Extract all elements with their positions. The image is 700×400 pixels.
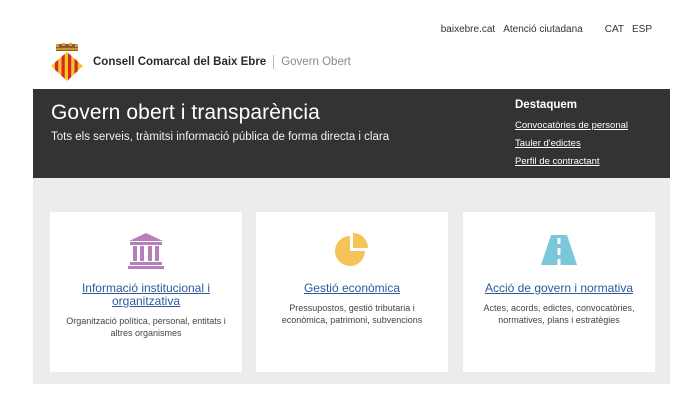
card-institutional-info[interactable]: Informació institucional i organitzativa… — [50, 212, 242, 372]
lang-cat-link[interactable]: CAT — [605, 24, 624, 35]
site-link[interactable]: baixebre.cat — [441, 24, 495, 35]
road-icon — [541, 235, 577, 265]
org-name: Consell Comarcal del Baix Ebre — [93, 56, 267, 68]
featured-link-edicts-board[interactable]: Tauler d'edictes — [515, 138, 628, 149]
pie-chart-icon — [335, 233, 368, 266]
citizen-service-link[interactable]: Atenció ciutadana — [503, 24, 583, 35]
featured-box: Destaquem Convocatòries de personal Taul… — [515, 99, 628, 174]
card-description: Actes, acords, edictes, convocatòries, n… — [483, 303, 635, 325]
card-government-action[interactable]: Acció de govern i normativa Actes, acord… — [463, 212, 655, 372]
featured-link-contractor-profile[interactable]: Perfil de contractant — [515, 156, 628, 167]
card-title[interactable]: Acció de govern i normativa — [484, 282, 634, 295]
card-description: Organització política, personal, entitat… — [66, 316, 226, 338]
lang-esp-link[interactable]: ESP — [632, 24, 652, 35]
institution-icon — [128, 233, 164, 269]
card-title[interactable]: Gestió econòmica — [277, 282, 427, 295]
card-description: Pressupostos, gestió tributaria i econòm… — [281, 303, 423, 325]
top-links: baixebre.cat Atenció ciutadana CAT ESP — [441, 24, 652, 35]
brand-divider — [273, 55, 275, 69]
cards-panel: Informació institucional i organitzativa… — [33, 178, 670, 384]
card-title[interactable]: Informació institucional i organitzativa — [71, 282, 221, 308]
featured-link-job-openings[interactable]: Convocatòries de personal — [515, 120, 628, 131]
page-title: Govern obert i transparència — [51, 101, 320, 124]
coat-of-arms-icon — [51, 43, 83, 81]
section-name: Govern Obert — [281, 56, 351, 68]
card-economic-management[interactable]: Gestió econòmica Pressupostos, gestió tr… — [256, 212, 448, 372]
hero-banner: Govern obert i transparència Tots els se… — [33, 89, 670, 178]
featured-heading: Destaquem — [515, 99, 577, 111]
page-subtitle: Tots els serveis, tràmitsi informació pú… — [51, 131, 390, 143]
brand[interactable]: Consell Comarcal del Baix Ebre Govern Ob… — [50, 42, 351, 82]
